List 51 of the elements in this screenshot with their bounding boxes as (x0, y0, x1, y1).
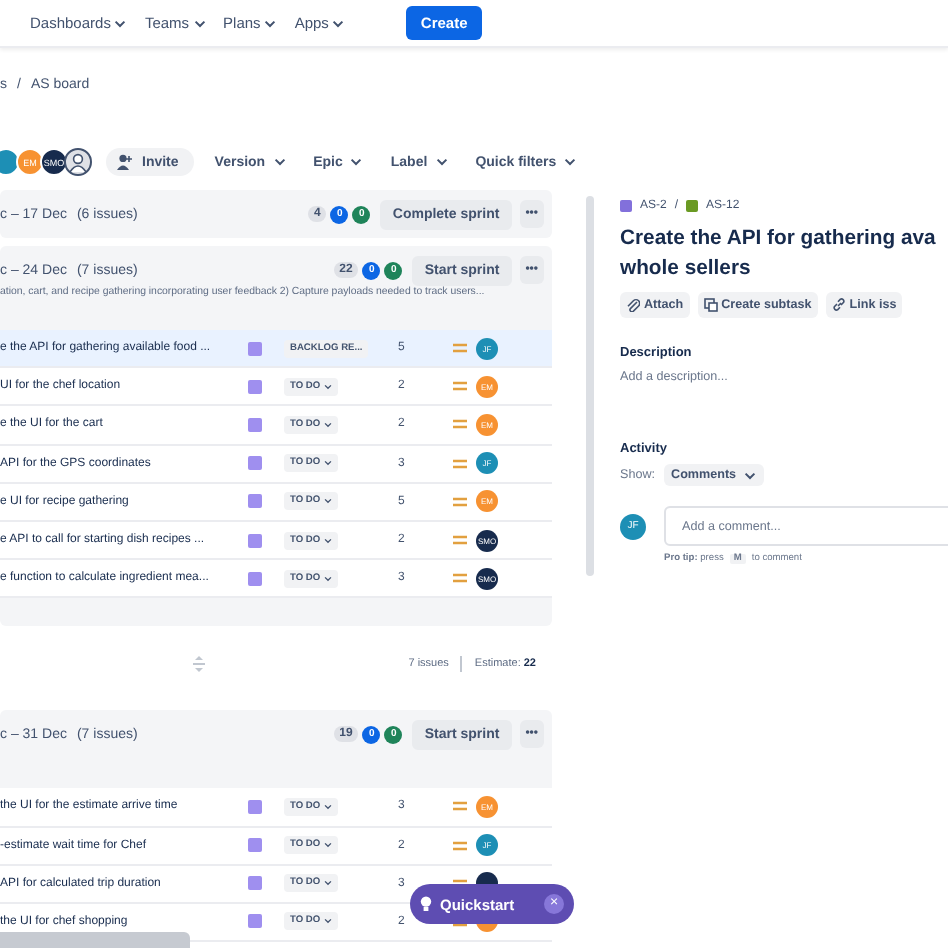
story-icon (248, 799, 262, 814)
story-icon (248, 341, 262, 356)
person-avatar-icon[interactable] (64, 148, 92, 176)
chevron-down-icon (264, 19, 277, 27)
chevron-down-icon (324, 537, 333, 544)
medium-priority-icon (452, 839, 468, 852)
medium-priority-icon (452, 380, 468, 393)
epic-icon (620, 200, 632, 212)
medium-priority-icon (452, 495, 468, 508)
chevron-down-icon (350, 158, 363, 166)
chevron-down-icon (193, 19, 206, 27)
chevron-down-icon (324, 918, 333, 925)
add-person-icon (116, 154, 132, 170)
chevron-down-icon (324, 498, 333, 505)
medium-priority-icon (452, 534, 468, 547)
subtask-icon (703, 298, 718, 312)
chevron-down-icon (744, 471, 757, 479)
chevron-down-icon (564, 158, 577, 166)
chevron-down-icon (273, 158, 286, 166)
medium-priority-icon (452, 342, 468, 355)
story-icon (248, 379, 262, 394)
story-icon (248, 494, 262, 509)
chevron-down-icon (324, 383, 333, 390)
issue-title-heading: Create the API for gathering ava whole sellers (620, 226, 938, 284)
story-icon (248, 417, 262, 432)
drag-handle-icon (192, 656, 206, 673)
story-icon (248, 456, 262, 471)
chevron-down-icon (324, 575, 333, 582)
chevron-down-icon (114, 19, 127, 27)
medium-priority-icon (452, 418, 468, 431)
story-icon (248, 838, 262, 853)
story-icon (248, 533, 262, 548)
lightbulb-icon (420, 896, 432, 912)
chevron-down-icon (324, 842, 333, 849)
story-icon (248, 914, 262, 929)
paperclip-icon (626, 298, 640, 312)
medium-priority-icon (452, 457, 468, 470)
medium-priority-icon (452, 800, 468, 813)
chevron-down-icon (332, 19, 345, 27)
scrollbar[interactable] (586, 196, 594, 576)
chevron-down-icon (324, 803, 333, 810)
chevron-down-icon (324, 421, 333, 428)
chevron-down-icon (435, 158, 448, 166)
medium-priority-icon (452, 572, 468, 585)
story-icon (248, 876, 262, 891)
story-type-icon (686, 200, 699, 212)
chevron-down-icon (324, 880, 333, 887)
avatar[interactable] (0, 148, 20, 176)
link-icon (831, 298, 846, 312)
story-icon (248, 571, 262, 586)
chevron-down-icon (324, 460, 333, 467)
